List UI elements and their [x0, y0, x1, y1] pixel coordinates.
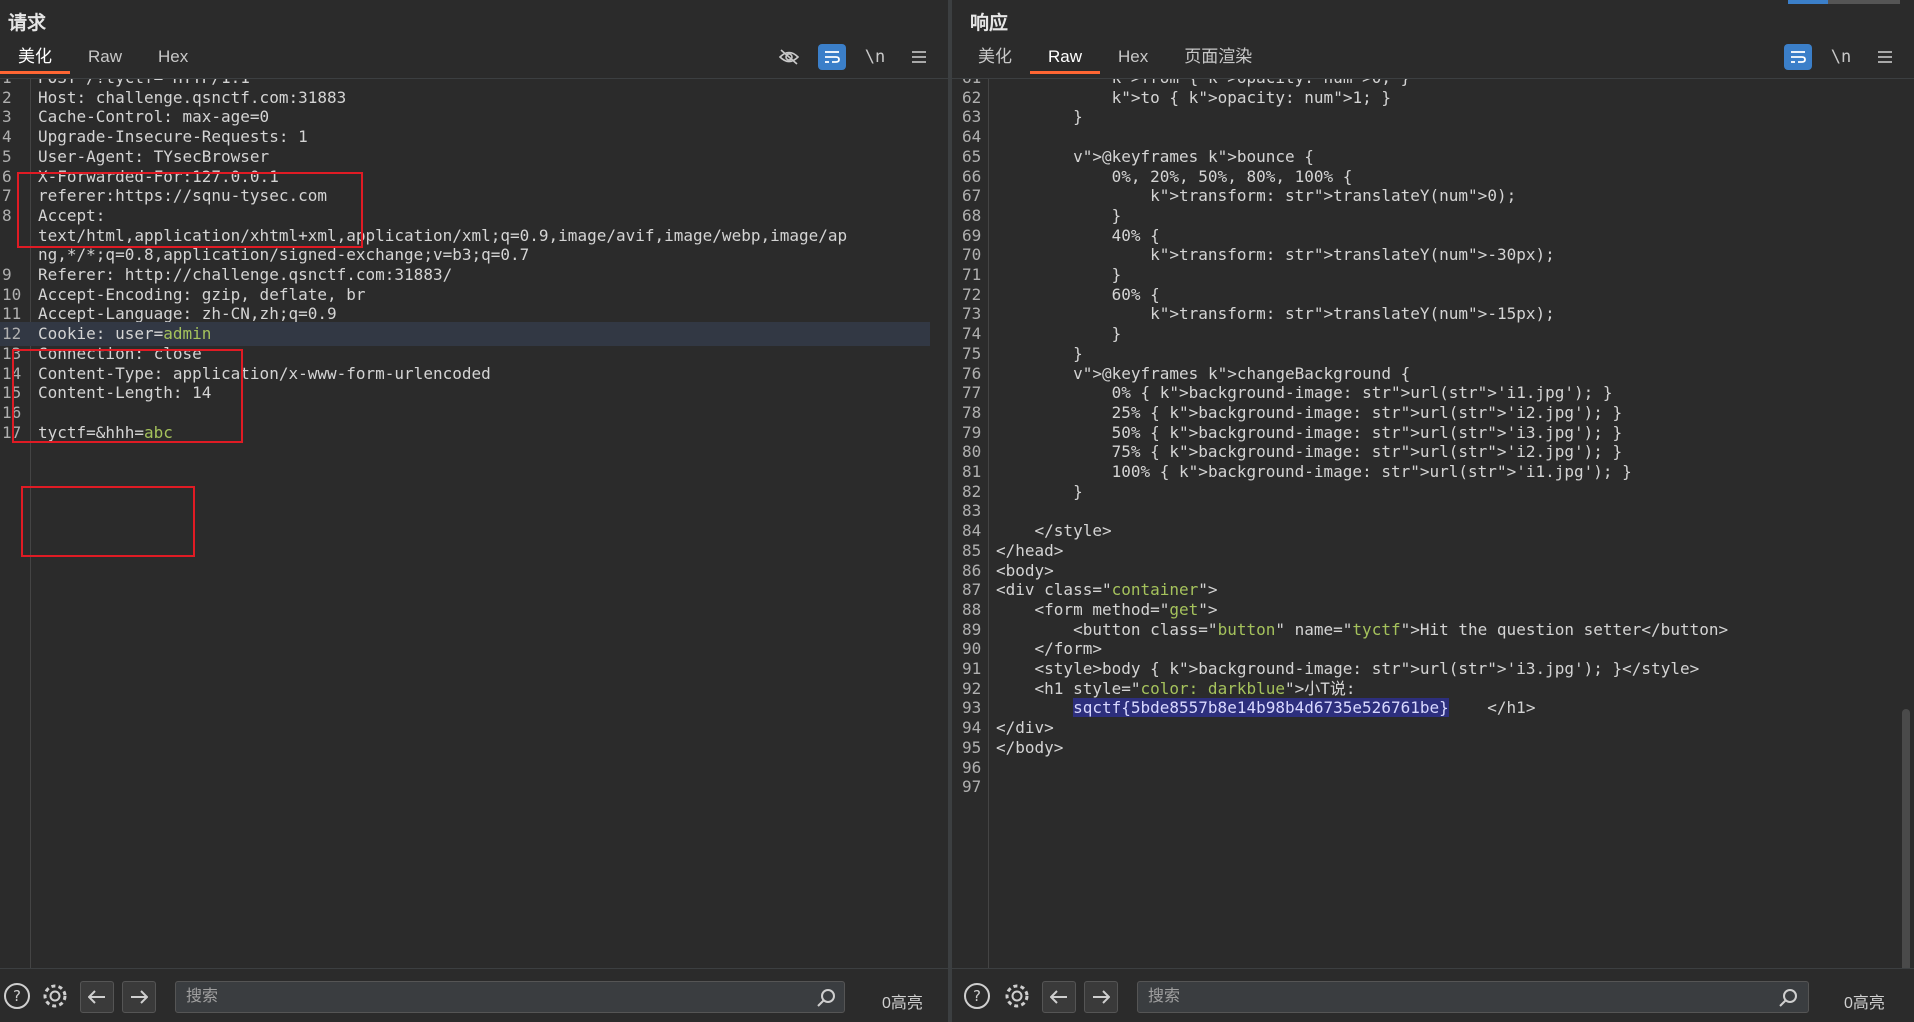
- code-line: 97: [952, 775, 1896, 799]
- svg-text:?: ?: [973, 987, 981, 1005]
- back-arrow-icon[interactable]: [80, 981, 114, 1013]
- tab-pretty[interactable]: 美化: [960, 44, 1030, 78]
- request-tabs: 美化 Raw Hex: [0, 44, 206, 78]
- help-icon[interactable]: ?: [962, 981, 992, 1011]
- request-search-input[interactable]: 搜索: [175, 981, 845, 1013]
- response-toolbar: \n: [1784, 44, 1900, 70]
- search-icon: [816, 987, 838, 1009]
- highlight-box-cookie: [12, 349, 243, 443]
- request-panel: 请求 美化 Raw Hex \n 1POST /?tyctf= HTTP/1.1…: [0, 0, 948, 1022]
- tab-raw[interactable]: Raw: [1030, 44, 1101, 78]
- line-number: 97: [962, 777, 982, 797]
- scrollbar-thumb[interactable]: [1902, 709, 1910, 968]
- response-panel: 响应 美化 Raw Hex 页面渲染 \n 61 k">from { k">op…: [952, 0, 1914, 1022]
- request-toolbar: \n: [774, 44, 934, 70]
- response-statusbar: ? 搜索 0高亮: [952, 968, 1914, 1022]
- tab-hex[interactable]: Hex: [1100, 44, 1166, 78]
- newline-icon[interactable]: \n: [860, 44, 890, 70]
- wrap-icon[interactable]: [818, 44, 846, 70]
- gear-icon[interactable]: [1002, 981, 1032, 1011]
- svg-text:?: ?: [13, 987, 21, 1005]
- highlight-count: 0高亮: [882, 995, 923, 1012]
- search-icon: [1778, 987, 1800, 1009]
- request-statusbar: ? 搜索 0高亮: [0, 968, 948, 1022]
- wrap-icon[interactable]: [1784, 44, 1812, 70]
- tab-raw[interactable]: Raw: [70, 44, 140, 78]
- response-title: 响应: [970, 13, 1009, 34]
- newline-icon[interactable]: \n: [1826, 44, 1856, 70]
- back-arrow-icon[interactable]: [1042, 981, 1076, 1013]
- help-icon[interactable]: ?: [2, 981, 32, 1011]
- tab-pretty[interactable]: 美化: [0, 44, 70, 78]
- forward-arrow-icon[interactable]: [1084, 981, 1118, 1013]
- gear-icon[interactable]: [40, 981, 70, 1011]
- response-editor[interactable]: 61 k">from { k">opacity: num">0; }62 k">…: [952, 78, 1914, 968]
- layout-toggle[interactable]: [1788, 0, 1900, 4]
- response-search-input[interactable]: 搜索: [1137, 981, 1809, 1013]
- highlight-count: 0高亮: [1844, 995, 1885, 1012]
- flag-selection: sqctf{5bde8557b8e14b98b4d6735e526761be}: [1073, 698, 1449, 718]
- response-tabs: 美化 Raw Hex 页面渲染: [960, 44, 1270, 78]
- request-title: 请求: [8, 13, 47, 34]
- forward-arrow-icon[interactable]: [122, 981, 156, 1013]
- highlight-box-headers: [17, 172, 363, 248]
- highlight-box-body: [21, 486, 195, 557]
- tab-hex[interactable]: Hex: [140, 44, 206, 78]
- menu-icon[interactable]: [904, 44, 934, 70]
- request-editor[interactable]: 1POST /?tyctf= HTTP/1.12Host: challenge.…: [0, 78, 948, 968]
- tab-render[interactable]: 页面渲染: [1166, 44, 1270, 78]
- eye-off-icon[interactable]: [774, 44, 804, 70]
- menu-icon[interactable]: [1870, 44, 1900, 70]
